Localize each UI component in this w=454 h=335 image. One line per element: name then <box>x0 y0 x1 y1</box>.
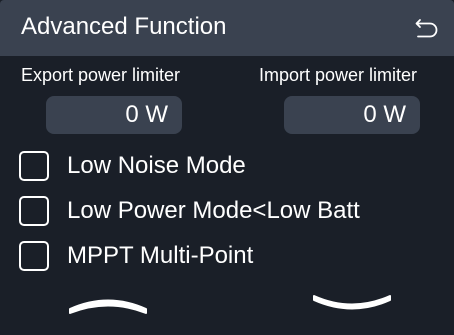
mppt-multi-point-checkbox[interactable] <box>19 241 49 271</box>
return-arrow-icon <box>415 19 438 38</box>
option-mppt-multi-point[interactable]: MPPT Multi-Point <box>19 241 439 277</box>
mppt-multi-point-label: MPPT Multi-Point <box>67 242 254 269</box>
low-noise-mode-label: Low Noise Mode <box>67 152 246 179</box>
scroll-up-button[interactable] <box>66 288 150 318</box>
export-limiter-label: Export power limiter <box>21 65 181 85</box>
import-limiter-label: Import power limiter <box>259 65 418 85</box>
low-power-mode-label: Low Power Mode<Low Batt <box>67 197 360 224</box>
advanced-function-screen: Advanced Function Export power limiter I… <box>0 0 454 335</box>
export-limiter-value: 0 W <box>125 101 168 128</box>
header-bar: Advanced Function <box>0 0 454 56</box>
option-low-power-mode[interactable]: Low Power Mode<Low Batt <box>19 196 439 232</box>
chevron-down-icon <box>313 295 391 310</box>
import-limiter-field[interactable]: 0 W <box>284 96 420 134</box>
option-low-noise-mode[interactable]: Low Noise Mode <box>19 151 439 187</box>
low-noise-mode-checkbox[interactable] <box>19 151 49 181</box>
back-button[interactable] <box>414 15 440 41</box>
scroll-down-button[interactable] <box>310 288 394 318</box>
low-power-mode-checkbox[interactable] <box>19 196 49 226</box>
page-title: Advanced Function <box>21 13 227 40</box>
chevron-up-icon <box>69 299 147 314</box>
import-limiter-value: 0 W <box>363 101 406 128</box>
export-limiter-field[interactable]: 0 W <box>46 96 182 134</box>
